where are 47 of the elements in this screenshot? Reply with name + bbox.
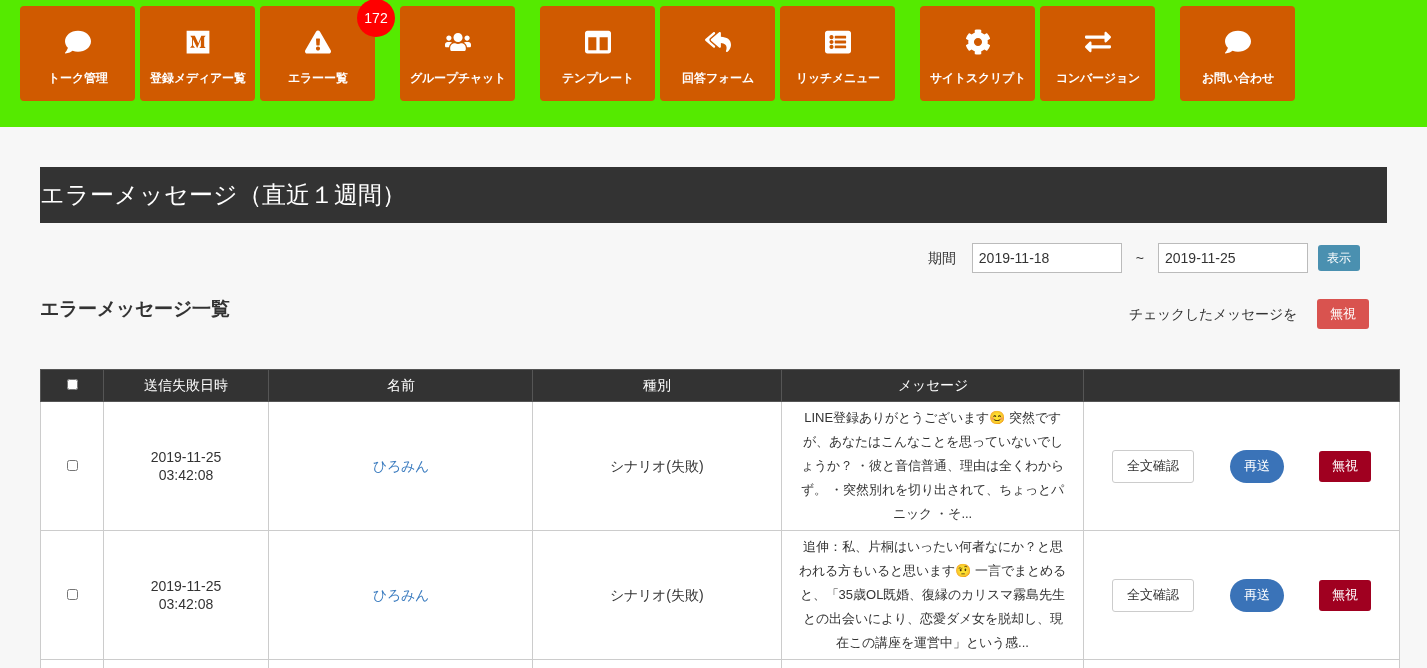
message-cell: 追伸：私、片桐はいったい何者なにか？と思われる方もいると思います🤨 一言でまとめると、「35歳OL既婚、復縁のカリスマ霧島先生との出会いにより、恋愛ダメ女を脱却し、現在この講座を運営中」という感... xyxy=(781,530,1084,660)
speech-bubble-icon xyxy=(64,28,91,55)
row-checkbox[interactable] xyxy=(66,459,78,471)
name-link[interactable]: ひろみん xyxy=(372,586,429,603)
ignore-button[interactable]: 無視 xyxy=(1319,450,1371,482)
view-full-button[interactable]: 全文確認 xyxy=(1112,449,1194,483)
nav-tile[interactable]: グループチャット xyxy=(400,6,515,101)
date-cell: 2019-11-25 03:42:08 xyxy=(103,401,269,531)
date-cell: 2019-11-25 03:42:08 xyxy=(103,530,269,660)
bulk-action-label: チェックしたメッセージを xyxy=(1129,304,1297,324)
date-to-field[interactable]: 2019-11-25 xyxy=(1158,243,1308,273)
section-title: エラーメッセージ一覧 xyxy=(40,297,230,321)
nav-tile[interactable]: リッチメニュー xyxy=(780,6,895,101)
column-header: 送信失敗日時 xyxy=(103,369,269,402)
nav-tile[interactable]: トーク管理 xyxy=(20,6,135,101)
warning-icon xyxy=(304,28,331,55)
date-from-field[interactable]: 2019-11-18 xyxy=(971,243,1122,273)
resend-button[interactable]: 再送 xyxy=(1229,578,1284,612)
nav-tile[interactable]: 登録メディアー覧 xyxy=(140,6,255,101)
type-cell: シナリオ(失敗) xyxy=(532,530,782,660)
column-header: 名前 xyxy=(268,369,533,402)
type-cell: シナリオ(失敗) xyxy=(532,401,782,531)
nav-tile[interactable]: 回答フォーム xyxy=(660,6,775,101)
nav-tile[interactable]: お問い合わせ xyxy=(1180,6,1295,101)
row-checkbox[interactable] xyxy=(66,379,78,390)
resend-button[interactable]: 再送 xyxy=(1229,449,1284,483)
columns-icon xyxy=(584,28,611,55)
page-title: エラーメッセージ（直近１週間） xyxy=(40,167,1387,223)
nav-tile[interactable]: サイトスクリプト xyxy=(920,6,1035,101)
settings-icon xyxy=(964,28,991,55)
view-full-button[interactable]: 全文確認 xyxy=(1112,578,1194,612)
message-cell: LINE登録ありがとうございます😊 突然ですが、あなたはこんなことを思っていないでしょうか？ ・彼と音信普通、理由は全くわからず。 ・突然別れを切り出されて、ちょっとパニック ・そ... xyxy=(781,401,1084,531)
nav-tile[interactable]: テンプレート xyxy=(540,6,655,101)
ignore-checked-button[interactable]: 無視 xyxy=(1317,299,1369,329)
m-logo-icon xyxy=(184,28,211,55)
nav-tile[interactable]: コンバージョン xyxy=(1040,6,1155,101)
list-icon xyxy=(824,28,851,55)
column-header: メッセージ xyxy=(781,369,1084,402)
ignore-button[interactable]: 無視 xyxy=(1319,579,1371,611)
row-checkbox[interactable] xyxy=(66,588,78,600)
period-label: 期間 xyxy=(927,248,956,268)
count-badge: 172 xyxy=(357,0,395,37)
column-header: 種別 xyxy=(532,369,782,402)
name-link[interactable]: ひろみん xyxy=(372,457,429,474)
speech-bubble-icon xyxy=(1224,28,1251,55)
range-separator: ~ xyxy=(1135,248,1144,268)
show-button[interactable]: 表示 xyxy=(1318,245,1360,271)
